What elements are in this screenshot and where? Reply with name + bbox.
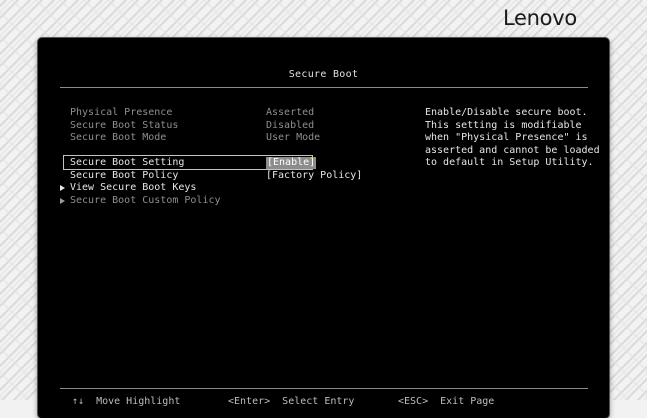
secure-boot-mode-label: Secure Boot Mode [70,132,167,143]
secure-boot-custom-policy-submenu[interactable]: Secure Boot Custom Policy [70,195,221,207]
secure-boot-status-value: Disabled [266,120,315,131]
secure-boot-mode-value: User Mode [266,132,321,143]
bottom-divider [60,388,588,389]
secure-boot-setting-value[interactable]: [Enable] [266,157,317,169]
footer-exit-hint: <ESC> Exit Page [398,396,495,407]
view-secure-boot-keys-submenu[interactable]: View Secure Boot Keys [70,182,196,194]
physical-presence-label: Physical Presence [70,107,173,118]
footer-move-hint: ↑↓ Move Highlight [72,396,181,407]
secure-boot-status-label: Secure Boot Status [70,120,179,131]
secure-boot-policy-option[interactable]: Secure Boot Policy [70,170,178,182]
secure-boot-setting-option[interactable]: Secure Boot Setting [70,157,184,169]
bios-screen: Secure Boot Physical Presence Asserted S… [38,38,609,418]
submenu-arrow-icon [60,198,65,204]
page-title: Secure Boot [288,69,359,80]
secure-boot-policy-value[interactable]: [Factory Policy] [266,170,362,182]
top-divider [60,87,588,88]
help-text: Enable/Disable secure boot. This setting… [425,107,600,168]
lenovo-logo: Lenovo [503,6,577,30]
physical-presence-value: Asserted [266,107,315,118]
submenu-arrow-icon [60,185,65,191]
footer-select-hint: <Enter> Select Entry [228,396,355,407]
